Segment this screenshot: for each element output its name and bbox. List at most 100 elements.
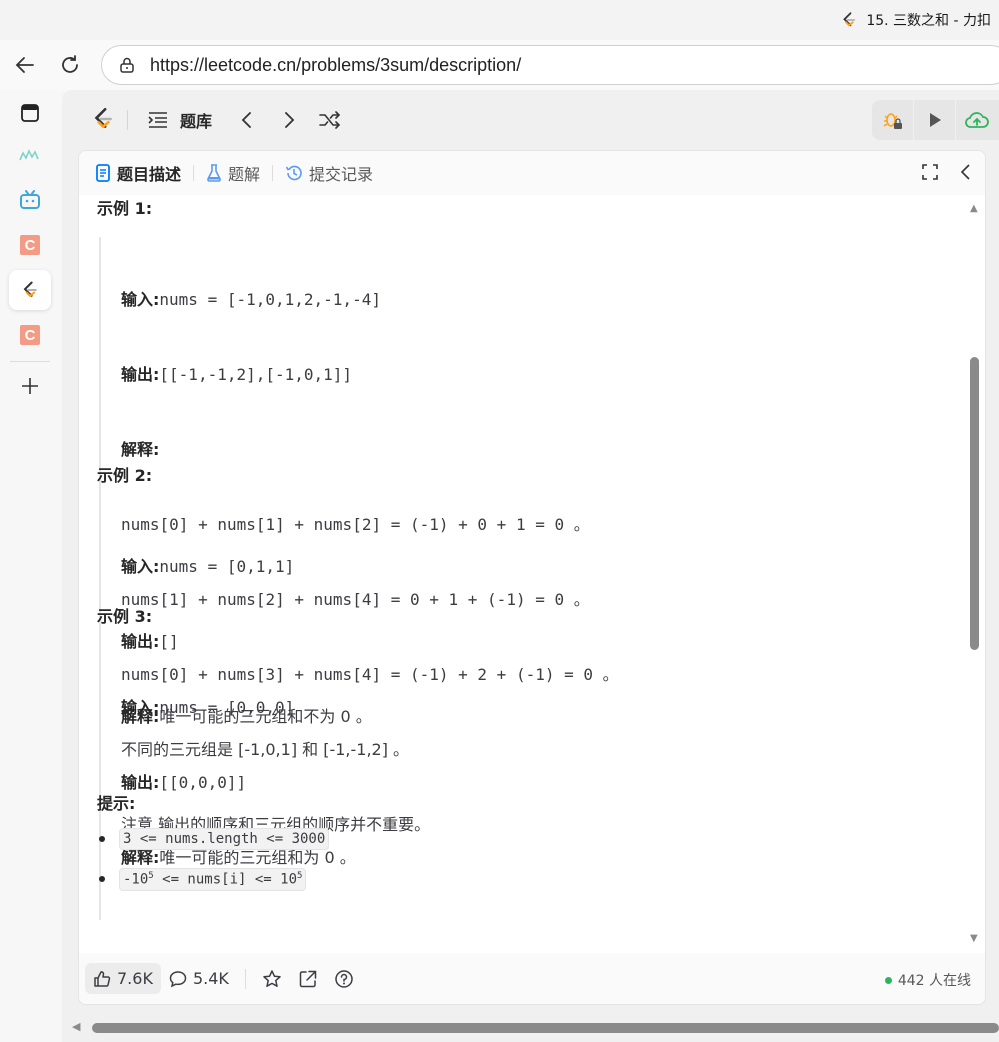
- question-circle-icon: [335, 969, 353, 988]
- example-title: 示例 1:: [97, 199, 153, 218]
- scrollbar-thumb[interactable]: [970, 357, 979, 650]
- example-title: 示例 3:: [97, 607, 153, 626]
- next-problem-button[interactable]: [277, 108, 301, 132]
- reload-icon: [62, 55, 78, 73]
- example-key: 输出:: [121, 365, 160, 384]
- run-toolbar: [872, 100, 999, 140]
- scroll-up-arrow-icon[interactable]: ▲: [970, 203, 978, 214]
- bullet: [99, 876, 105, 883]
- example-value: nums = [0,0,0]: [159, 698, 295, 717]
- horizontal-scrollbar-thumb[interactable]: [92, 1023, 999, 1033]
- example-value: [[-1,-1,2],[-1,0,1]]: [159, 365, 353, 384]
- example-line: 输入:nums = [-1,0,1,2,-1,-4]: [121, 287, 619, 312]
- random-problem-button[interactable]: [318, 108, 342, 132]
- online-indicator: 442 人在线: [884, 970, 971, 990]
- example-value: nums = [-1,0,1,2,-1,-4]: [159, 290, 381, 309]
- sidebar-app-leetcode[interactable]: [9, 270, 51, 310]
- arrow-left-icon: [15, 57, 34, 73]
- hint-exponent: 5: [297, 871, 303, 881]
- play-icon: [929, 113, 941, 127]
- comment-icon: [169, 970, 187, 987]
- tab-divider: [272, 165, 274, 181]
- bullet: [99, 836, 105, 842]
- sidebar-toggle-button[interactable]: [9, 93, 51, 133]
- bug-lock-icon: [883, 113, 902, 129]
- example-line: 解释:: [121, 437, 619, 462]
- chevron-right-icon: [285, 112, 295, 128]
- example-key: 解释:: [121, 440, 160, 459]
- address-bar[interactable]: https://leetcode.cn/problems/3sum/descri…: [101, 45, 999, 85]
- cloud-upload-icon: [965, 112, 989, 128]
- sidebar-app-c2[interactable]: C: [9, 315, 51, 355]
- list-icon: [148, 112, 167, 128]
- history-icon: [285, 165, 302, 181]
- tab-divider: [193, 165, 195, 181]
- scroll-down-arrow-icon[interactable]: ▼: [970, 933, 978, 944]
- example-line: 输入:nums = [0,0,0]: [121, 695, 356, 720]
- hint-text: -10: [123, 871, 149, 888]
- plus-icon: [22, 378, 38, 394]
- example-value: nums = [0,1,1]: [159, 557, 295, 576]
- comment-button[interactable]: 5.4K: [161, 963, 237, 994]
- tab-label: 提交记录: [309, 165, 374, 184]
- browser-titlebar: 15. 三数之和 - 力扣: [0, 0, 999, 40]
- online-count: 442 人在线: [897, 973, 971, 989]
- sidebar-app-bilibili[interactable]: [9, 180, 51, 220]
- panel-tabs: 题目描述 题解 提交记录: [79, 151, 985, 195]
- c-app-icon: C: [20, 325, 40, 345]
- browser-tab[interactable]: 15. 三数之和 - 力扣: [840, 10, 991, 30]
- browser-sidebar: C C: [0, 90, 62, 1042]
- run-button[interactable]: [914, 100, 956, 140]
- example-key: 解释:: [121, 848, 160, 867]
- scroll-left-arrow-icon[interactable]: ◀: [72, 1020, 80, 1033]
- feedback-button[interactable]: [326, 963, 362, 995]
- example-value: 唯一可能的三元组和为 0 。: [159, 848, 356, 867]
- thumbs-up-icon: [94, 970, 111, 987]
- flask-icon: [207, 164, 221, 182]
- problem-list-label: 题库: [180, 112, 213, 131]
- sidebar-app-c1[interactable]: C: [9, 225, 51, 265]
- c-app-icon: C: [20, 235, 40, 255]
- fullscreen-icon[interactable]: [921, 163, 939, 181]
- problem-list-button[interactable]: 题库: [148, 108, 212, 132]
- tab-submissions[interactable]: 提交记录: [285, 161, 373, 185]
- like-button[interactable]: 7.6K: [85, 963, 161, 994]
- collapse-panel-icon[interactable]: [959, 163, 973, 181]
- example-key: 输入:: [121, 698, 160, 717]
- add-app-button[interactable]: [9, 366, 51, 406]
- prev-problem-button[interactable]: [235, 108, 259, 132]
- tab-solutions[interactable]: 题解: [206, 161, 260, 185]
- tab-label: 题目描述: [117, 165, 182, 184]
- panel-footer: 7.6K 5.4K 442 人在线: [79, 953, 985, 1004]
- lock-icon[interactable]: [118, 56, 136, 74]
- horizontal-scrollbar[interactable]: ◀: [62, 1018, 999, 1038]
- leetcode-logo-icon: [94, 107, 112, 129]
- back-button[interactable]: [10, 50, 40, 80]
- panel-actions: [921, 163, 973, 181]
- hint-code: 3 <= nums.length <= 3000: [119, 828, 330, 850]
- description-content: 示例 1: 输入:nums = [-1,0,1,2,-1,-4] 输出:[[-1…: [79, 195, 969, 953]
- home-logo-button[interactable]: [90, 106, 116, 136]
- url-text: https://leetcode.cn/problems/3sum/descri…: [150, 54, 522, 75]
- document-icon: [96, 164, 110, 182]
- example-line: 输出:[[-1,-1,2],[-1,0,1]]: [121, 362, 619, 387]
- leetcode-logo-icon: [843, 12, 856, 27]
- vertical-scrollbar[interactable]: ▲ ▼: [967, 195, 983, 953]
- hint-code: -105 <= nums[i] <= 105: [119, 868, 307, 891]
- external-link-icon: [299, 970, 317, 987]
- star-icon: [263, 969, 281, 987]
- tab-title-text: 15. 三数之和 - 力扣: [866, 13, 991, 29]
- debug-button[interactable]: [872, 100, 914, 140]
- share-button[interactable]: [290, 963, 326, 995]
- sidebar-app-chart[interactable]: [9, 135, 51, 175]
- leetcode-app: 题库 题目描述 题解 提交记录 示例 1: 输入:nums = [-1,0,1,…: [62, 90, 999, 1042]
- submit-button[interactable]: [956, 100, 998, 140]
- description-panel: 题目描述 题解 提交记录 示例 1: 输入:nums = [-1,0,1,2,-…: [78, 150, 986, 1005]
- reload-button[interactable]: [55, 50, 85, 80]
- favorite-button[interactable]: [254, 963, 290, 995]
- example-key: 输入:: [121, 290, 160, 309]
- example-value: [[0,0,0]]: [159, 773, 247, 792]
- tab-description[interactable]: 题目描述: [95, 161, 181, 185]
- chart-app-icon: [19, 149, 39, 161]
- chevron-left-icon: [241, 112, 251, 128]
